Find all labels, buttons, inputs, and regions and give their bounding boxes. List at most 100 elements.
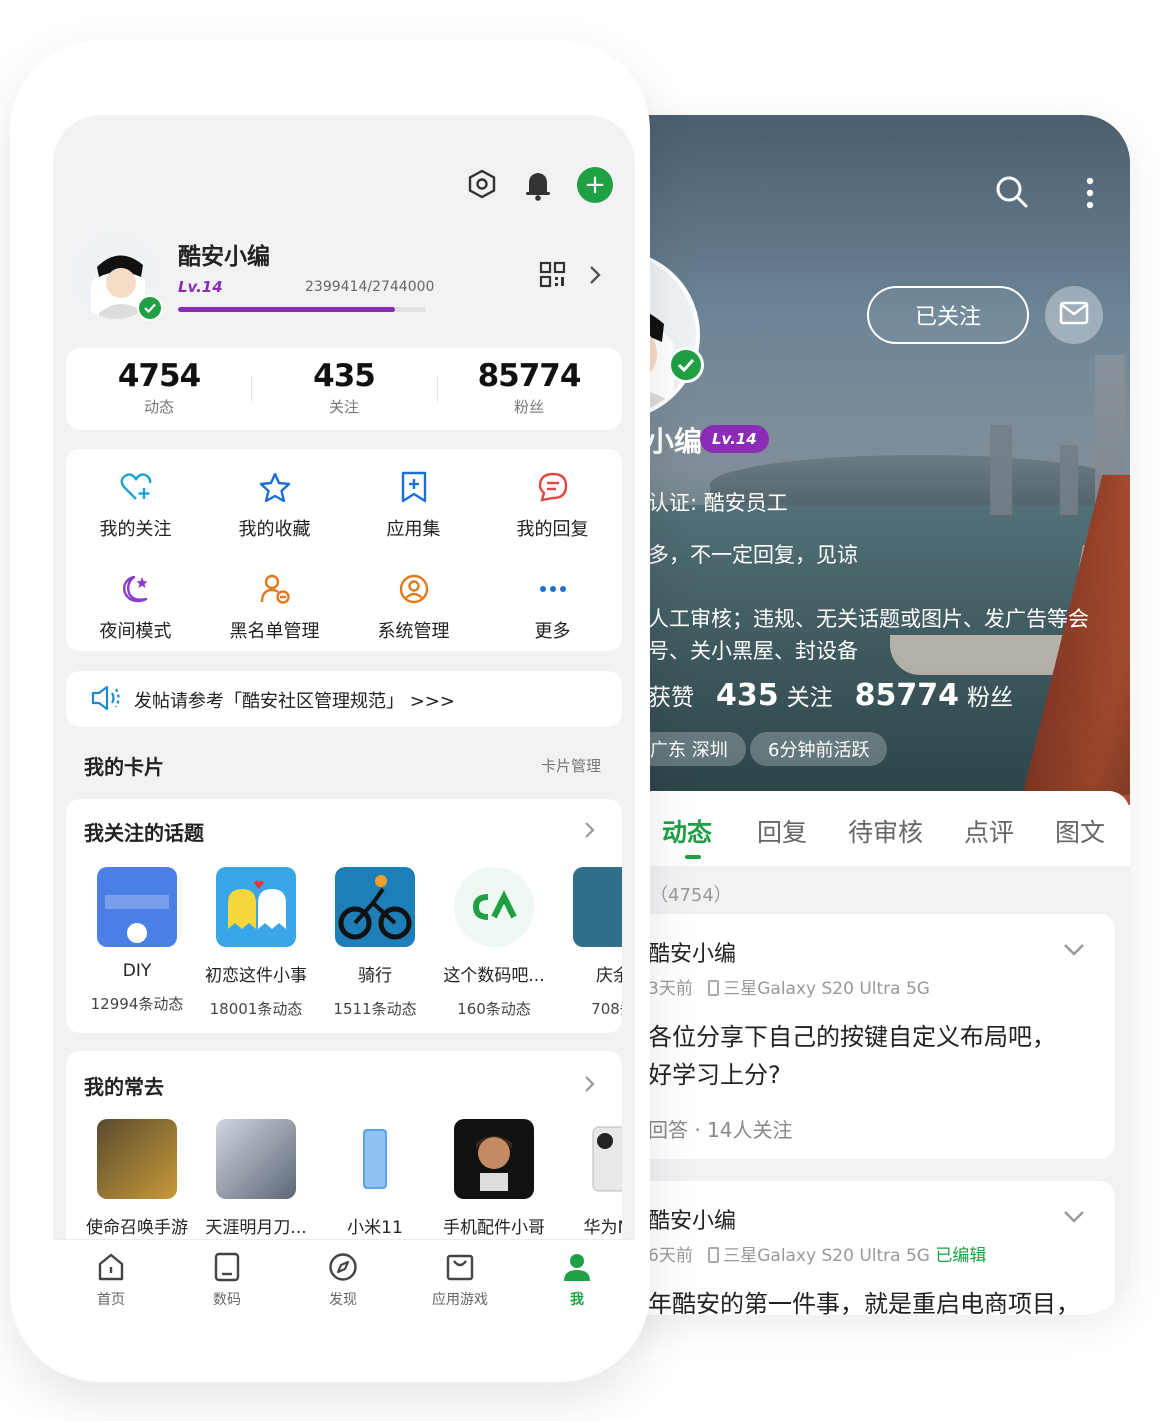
topic-thumbnail	[335, 867, 415, 947]
menu-blacklist[interactable]: 黑名单管理	[205, 569, 344, 643]
tab-discover[interactable]: 发现	[293, 1252, 393, 1309]
chevron-right-icon[interactable]	[589, 265, 601, 289]
menu-app-collection[interactable]: 应用集	[344, 467, 483, 541]
menu-my-replies[interactable]: 我的回复	[483, 467, 622, 541]
topic-thumbnail	[573, 867, 622, 947]
shopping-bag-icon	[445, 1254, 475, 1286]
menu-grid-card: 我的关注 我的收藏 应用集 我的回复 夜间模式 黑名单管理 系统管理 更多	[66, 449, 622, 651]
menu-my-following[interactable]: 我的关注	[66, 467, 205, 541]
tab-articles[interactable]: 图文	[1055, 813, 1105, 849]
avatar	[454, 1119, 534, 1199]
speaker-icon	[90, 684, 122, 716]
feed-post-card[interactable]: 酷安小编 6天前 三星Galaxy S20 Ultra 5G 已编辑 年酷安的第…	[590, 1181, 1115, 1315]
person-icon	[562, 1254, 592, 1286]
topic-item[interactable]: 庆余 708条	[554, 867, 622, 1019]
menu-night-mode[interactable]: 夜间模式	[66, 569, 205, 643]
frequent-item[interactable]: 小米11	[316, 1119, 434, 1238]
post-author[interactable]: 酷安小编	[648, 1203, 736, 1235]
topic-thumbnail	[216, 867, 296, 947]
bio-line-3: 号、关小黑屋、封设备	[648, 639, 858, 663]
post-author[interactable]: 酷安小编	[648, 936, 736, 968]
topic-thumbnail	[97, 867, 177, 947]
edited-label: 已编辑	[935, 1246, 987, 1266]
user-circle-icon	[344, 569, 483, 609]
level-badge: Lv.14	[700, 425, 769, 453]
more-vertical-icon[interactable]	[1085, 177, 1095, 213]
stat-following[interactable]: 435 关注	[274, 358, 414, 417]
bottom-tab-bar: 首页 数码 发现 应用游戏 我	[53, 1239, 635, 1315]
frequent-item[interactable]: 手机配件小哥	[435, 1119, 553, 1238]
tab-feed[interactable]: 动态	[662, 813, 712, 849]
frequent-item[interactable]: 华为Ma	[554, 1119, 622, 1238]
post-title: 各位分享下自己的按键自定义布局吧， 好学习上分?	[648, 1023, 1056, 1089]
fans-stat[interactable]: 85774 粉丝	[855, 678, 1013, 713]
community-rules-notice[interactable]: 发帖请参考「酷安社区管理规范」 >>>	[66, 671, 622, 727]
post-stats: 回答 · 14人关注	[648, 1118, 793, 1142]
active-time-chip: 6分钟前活跃	[750, 732, 888, 766]
post-title: 年酷安的第一件事，就是重启电商项目，	[648, 1290, 1080, 1315]
likes-stat[interactable]: 获赞	[648, 678, 694, 712]
bell-icon[interactable]	[524, 169, 552, 205]
profile-tabs: 动态 回复 待审核 点评 图文	[590, 791, 1130, 866]
bookmark-plus-icon	[344, 467, 483, 507]
mail-icon	[1059, 301, 1089, 329]
tab-me[interactable]: 我	[527, 1252, 627, 1309]
bio-line-1: 多，不一定回复，见谅	[648, 543, 858, 567]
feed-post-card[interactable]: 酷安小编 3天前 三星Galaxy S20 Ultra 5G 各位分享下自己的按…	[590, 914, 1115, 1159]
settings-hex-icon[interactable]	[467, 169, 497, 205]
my-cards-title: 我的卡片	[84, 755, 164, 779]
more-dots-icon	[483, 569, 622, 609]
showcase-stage: 已关注 小编 Lv.14 认证: 酷安员工 多，不一定回复，见谅 人工审核；违规…	[0, 0, 1174, 1421]
frequent-item[interactable]: 天涯明月刀...	[197, 1119, 315, 1238]
card-manage-link[interactable]: 卡片管理	[541, 755, 601, 776]
star-icon	[205, 467, 344, 507]
certification-text: 认证: 酷安员工	[648, 491, 788, 515]
user-block-icon	[205, 569, 344, 609]
home-icon	[96, 1253, 126, 1286]
profile-content: 动态 回复 待审核 点评 图文 （4754） 酷安小编 3天前 三星Galaxy…	[590, 791, 1130, 1315]
user-name[interactable]: 酷安小编	[178, 237, 270, 271]
profile-phone-screen: 已关注 小编 Lv.14 认证: 酷安员工 多，不一定回复，见谅 人工审核；违规…	[590, 115, 1130, 1315]
followed-button[interactable]: 已关注	[867, 286, 1029, 344]
topic-item[interactable]: 骑行 1511条动态	[316, 867, 434, 1019]
frequent-item[interactable]: 使命召唤手游	[78, 1119, 196, 1238]
add-post-button[interactable]: +	[577, 167, 613, 203]
message-button[interactable]	[1045, 286, 1103, 344]
menu-more[interactable]: 更多	[483, 569, 622, 643]
phone-icon	[708, 1247, 720, 1263]
stat-fans[interactable]: 85774 粉丝	[459, 358, 599, 417]
tab-pending[interactable]: 待审核	[848, 813, 923, 849]
tab-digital[interactable]: 数码	[177, 1252, 277, 1309]
search-icon[interactable]	[995, 175, 1029, 213]
chat-icon	[483, 467, 622, 507]
active-tab-indicator	[685, 855, 701, 859]
me-phone-screen: + 酷安小编 Lv.14 2399414/2744000 4754 动态 435 关…	[53, 115, 635, 1315]
level-progress-fill	[178, 307, 395, 312]
menu-system-settings[interactable]: 系统管理	[344, 569, 483, 643]
post-meta: 6天前 三星Galaxy S20 Ultra 5G 已编辑	[648, 1246, 987, 1266]
topic-item[interactable]: 初恋这件小事 18001条动态	[197, 867, 315, 1019]
topic-item[interactable]: 这个数码吧... 160条动态	[435, 867, 553, 1019]
tab-reviews[interactable]: 点评	[964, 813, 1014, 849]
menu-my-favorites[interactable]: 我的收藏	[205, 467, 344, 541]
tab-replies[interactable]: 回复	[757, 813, 807, 849]
tab-home[interactable]: 首页	[61, 1252, 161, 1309]
user-level: Lv.14	[178, 278, 223, 296]
chevron-down-icon[interactable]	[1063, 1209, 1085, 1228]
follow-stat[interactable]: 435 关注	[716, 678, 833, 713]
qr-code-icon[interactable]	[539, 261, 567, 293]
chevron-down-icon[interactable]	[1063, 942, 1085, 961]
app-icon	[97, 1119, 177, 1199]
level-progress-bar	[178, 307, 426, 312]
tab-apps-games[interactable]: 应用游戏	[410, 1252, 510, 1309]
verified-badge-icon	[668, 347, 704, 383]
experience-points: 2399414/2744000	[305, 279, 435, 295]
profile-stats: 获赞 435 关注 85774 粉丝	[648, 678, 1013, 713]
compass-icon	[328, 1253, 358, 1286]
stats-card: 4754 动态 435 关注 85774 粉丝	[66, 348, 622, 430]
stat-posts[interactable]: 4754 动态	[89, 358, 229, 417]
topic-item[interactable]: DIY 12994条动态	[78, 867, 196, 1014]
app-icon	[216, 1119, 296, 1199]
moon-icon	[66, 569, 205, 609]
profile-name: 小编	[646, 425, 703, 458]
